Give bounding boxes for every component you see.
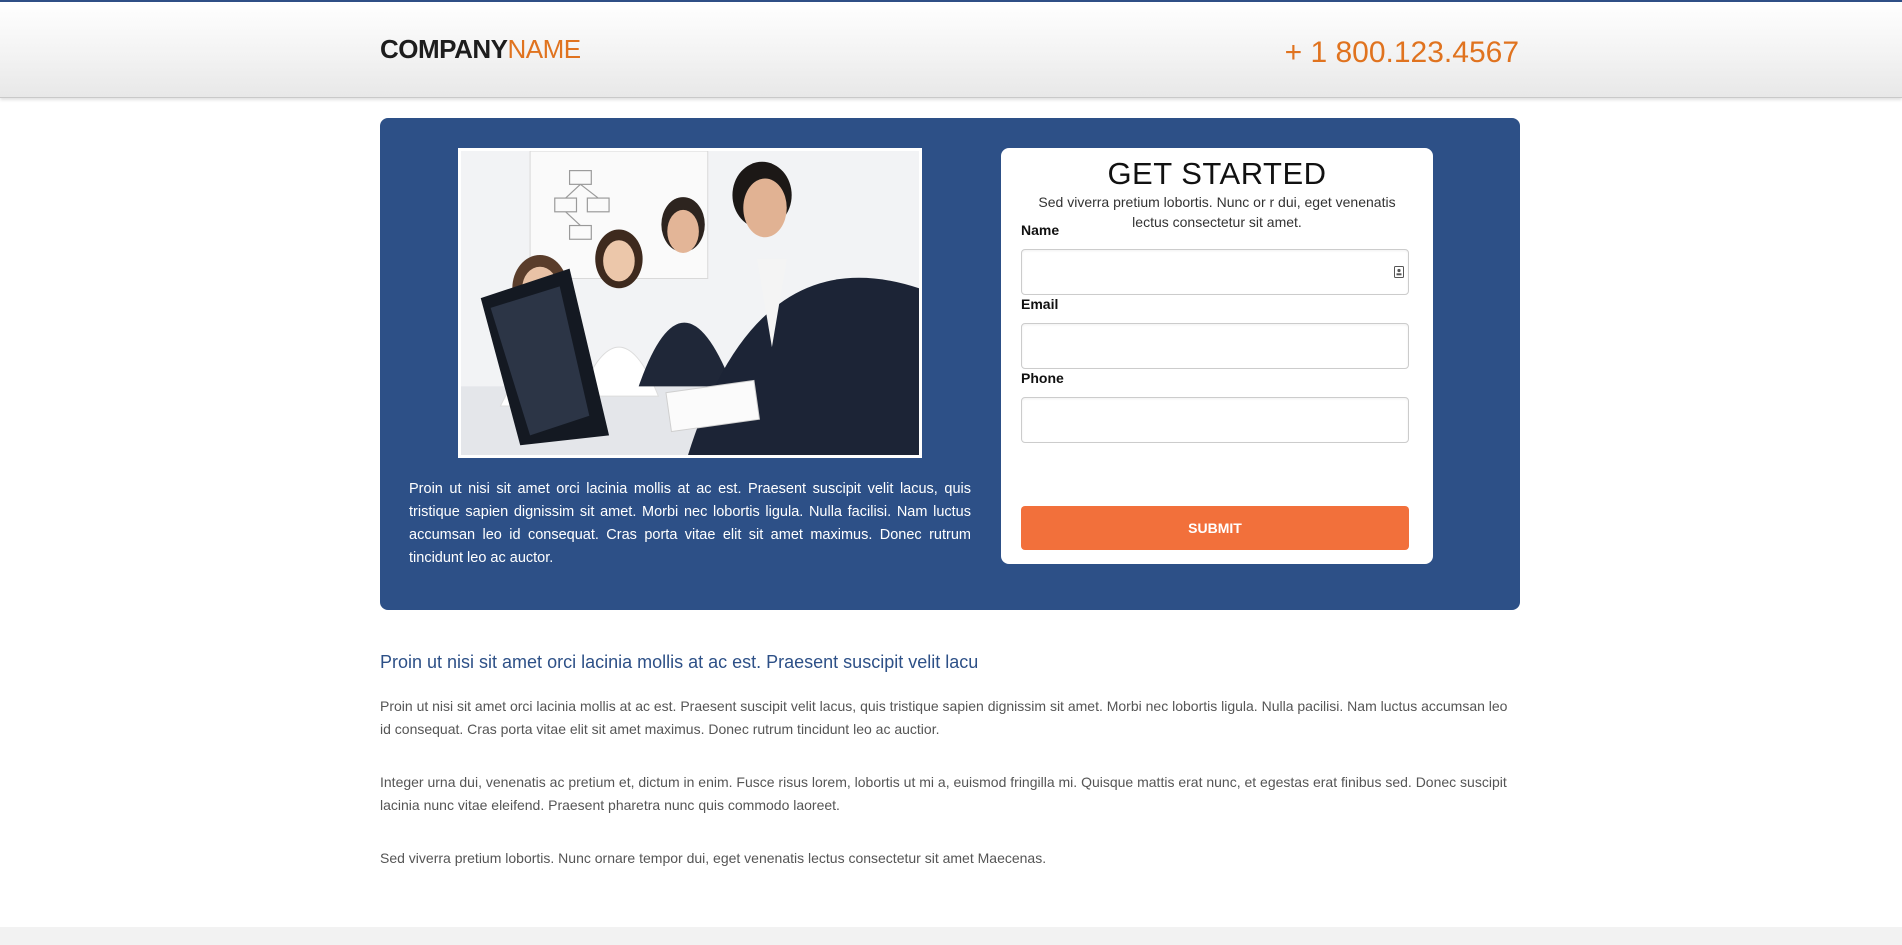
signup-form: GET STARTED Sed viverra pretium lobortis… <box>1001 148 1433 564</box>
submit-button[interactable]: SUBMIT <box>1021 506 1409 550</box>
hero-description: Proin ut nisi sit amet orci lacinia moll… <box>409 481 971 566</box>
phone-number[interactable]: + 1 800.123.4567 <box>1285 36 1519 70</box>
site-header: COMPANYNAME + 1 800.123.4567 <box>0 0 1902 98</box>
content-paragraph-2: Integer urna dui, venenatis ac pretium e… <box>380 774 1507 813</box>
hero-section: Proin ut nisi sit amet orci lacinia moll… <box>380 118 1520 610</box>
business-team-photo-illustration <box>461 151 919 455</box>
contact-card-icon[interactable] <box>1394 266 1404 278</box>
name-label: Name <box>1021 222 1060 238</box>
form-title: GET STARTED <box>1107 156 1327 191</box>
content-paragraph-3: Sed viverra pretium lobortis. Nunc ornar… <box>380 850 1047 866</box>
form-subtitle: Sed viverra pretium lobortis. Nunc or r … <box>1038 194 1396 230</box>
content-heading: Proin ut nisi sit amet orci lacinia moll… <box>380 652 979 672</box>
content-paragraph-1: Proin ut nisi sit amet orci lacinia moll… <box>380 698 1508 737</box>
company-logo[interactable]: COMPANYNAME <box>380 34 581 65</box>
logo-company-text: COMPANY <box>380 34 508 64</box>
footer-strip <box>0 927 1902 945</box>
hero-image <box>458 148 922 458</box>
phone-field[interactable] <box>1021 397 1409 443</box>
logo-name-text: NAME <box>507 34 581 64</box>
name-field[interactable] <box>1021 249 1409 295</box>
email-field[interactable] <box>1021 323 1409 369</box>
phone-label: Phone <box>1021 370 1064 386</box>
email-label: Email <box>1021 296 1059 312</box>
